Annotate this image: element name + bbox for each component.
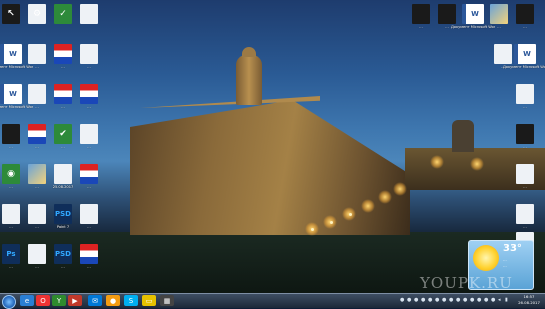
desktop-icon[interactable]: ... — [503, 164, 545, 189]
desktop-icon[interactable]: ... — [503, 204, 545, 229]
tray-icon[interactable]: ● — [400, 297, 405, 303]
tray-icon[interactable]: ● — [421, 297, 426, 303]
wallpaper-light — [361, 199, 375, 213]
desktop-icon-label: ... — [87, 145, 91, 149]
desktop-icon-label: ... — [87, 265, 91, 269]
wallpaper-light — [430, 155, 444, 169]
desktop-icon[interactable]: ... — [67, 164, 111, 189]
watermark: YOUPK.RU — [420, 274, 513, 292]
desktop-icon[interactable]: WДокумент Microsoft Word — [503, 44, 545, 69]
tray-icon[interactable]: ● — [428, 297, 433, 303]
skype-icon[interactable]: S — [124, 295, 138, 306]
file-icon — [80, 84, 98, 104]
desktop-icon-label: ... — [87, 65, 91, 69]
app-icon[interactable]: ▦ — [160, 295, 174, 306]
desktop-icon-label: ... — [523, 105, 527, 109]
wallpaper-tower — [452, 120, 474, 152]
desktop-icon[interactable]: ... — [67, 124, 111, 149]
desktop-icon-label: ... — [87, 185, 91, 189]
file-icon — [516, 164, 534, 184]
tray-icon[interactable]: ● — [491, 297, 496, 303]
wallpaper-lamp — [330, 221, 333, 224]
weather-temperature: 33° — [503, 243, 522, 254]
desktop-icon-label: ... — [523, 25, 527, 29]
clock-date: 26.08.2017 — [518, 300, 540, 305]
wallpaper-light — [393, 182, 407, 196]
desktop-icon-label: ... — [523, 225, 527, 229]
wallpaper-lamp — [311, 228, 314, 231]
outlook-icon[interactable]: ✉ — [88, 295, 102, 306]
desktop-icon[interactable]: ... — [503, 84, 545, 109]
explorer-icon[interactable]: ▭ — [142, 295, 156, 306]
tray-icon[interactable]: ● — [470, 297, 475, 303]
tray-icon[interactable]: ● — [456, 297, 461, 303]
tray-icon[interactable]: ● — [484, 297, 489, 303]
wallpaper-light — [378, 190, 392, 204]
file-icon — [516, 204, 534, 224]
volume-icon[interactable]: ◂ — [498, 297, 503, 303]
desktop-icon[interactable]: ... — [503, 124, 545, 149]
file-icon — [516, 124, 534, 144]
weather-line-2: ... — [503, 263, 507, 268]
file-icon: W — [514, 44, 536, 64]
desktop-icon[interactable] — [67, 4, 111, 25]
taskbar: e O Y ▶ ✉ ● S ▭ ▦ ● ● ● ● ● ● ● ● ● ● ● … — [0, 293, 545, 309]
media-player-icon[interactable]: ▶ — [68, 295, 82, 306]
clock[interactable]: 16:57 26.08.2017 — [514, 294, 544, 306]
file-icon — [516, 4, 534, 24]
file-icon — [80, 204, 98, 224]
file-icon — [80, 164, 98, 184]
desktop-icon[interactable]: ... — [503, 4, 545, 29]
file-icon — [80, 244, 98, 264]
tray-icon[interactable]: ● — [449, 297, 454, 303]
desktop-icon-label: ... — [87, 105, 91, 109]
file-icon — [80, 124, 98, 144]
desktop-icon-label: ... — [87, 225, 91, 229]
chrome-icon[interactable]: ● — [106, 295, 120, 306]
tray-icon[interactable]: ● — [407, 297, 412, 303]
yandex-icon[interactable]: Y — [52, 295, 66, 306]
file-icon — [80, 44, 98, 64]
opera-icon[interactable]: O — [36, 295, 50, 306]
wallpaper-light — [470, 157, 484, 171]
desktop-icon-label: ... — [523, 185, 527, 189]
desktop-icon-label: ... — [523, 145, 527, 149]
network-icon[interactable]: ▮ — [505, 297, 510, 303]
tray-icon[interactable]: ● — [414, 297, 419, 303]
desktop-icon[interactable]: ... — [67, 204, 111, 229]
wallpaper-lamp — [349, 213, 352, 216]
tray-icon[interactable]: ● — [463, 297, 468, 303]
tray-icon[interactable]: ● — [442, 297, 447, 303]
file-icon — [516, 84, 534, 104]
desktop-icon[interactable]: ... — [67, 244, 111, 269]
sun-icon — [473, 245, 499, 271]
weather-line-1: ... — [503, 257, 507, 262]
desktop: ↖⚙✓WДокумент Microsoft Word.........WДок… — [0, 0, 545, 293]
tray-icon[interactable]: ● — [435, 297, 440, 303]
ie-icon[interactable]: e — [20, 295, 34, 306]
wallpaper-sentry-box — [236, 47, 262, 105]
tray-icon[interactable]: ● — [477, 297, 482, 303]
desktop-icon[interactable]: ... — [67, 84, 111, 109]
file-icon — [80, 4, 98, 24]
desktop-icon-label: Документ Microsoft Word — [503, 65, 545, 69]
desktop-icon[interactable]: ... — [67, 44, 111, 69]
